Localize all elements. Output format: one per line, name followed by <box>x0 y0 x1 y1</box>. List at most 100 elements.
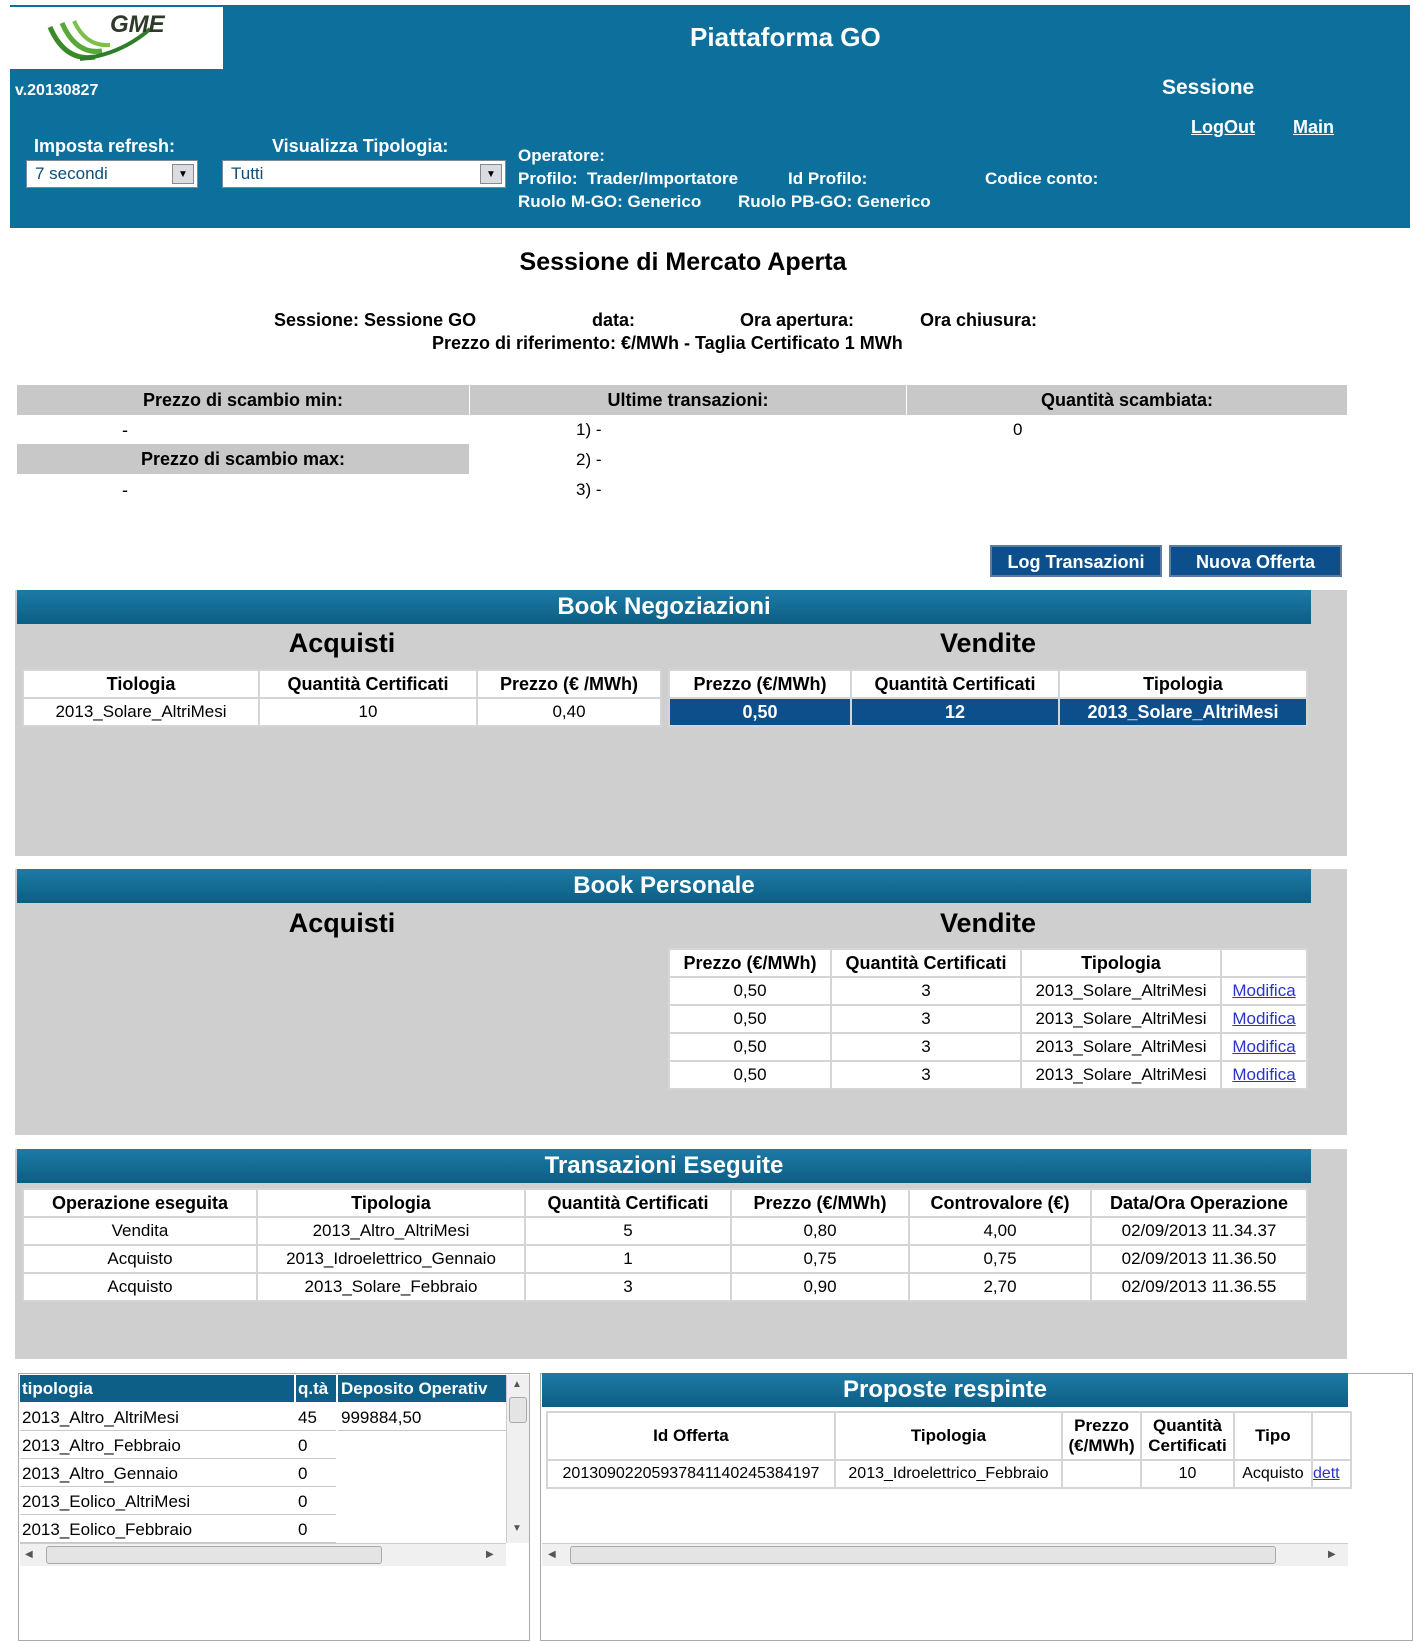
dettaglio-link[interactable]: dett <box>1313 1465 1340 1482</box>
cell-quantita: 12 <box>852 699 1058 725</box>
refresh-select-value: 7 secondi <box>35 164 108 183</box>
list-item[interactable]: 2013_Altro_AltriMesi 45 <box>20 1404 336 1431</box>
col-header: Tipologia <box>1022 950 1220 976</box>
scroll-up-icon[interactable]: ▲ <box>512 1379 522 1390</box>
cell: 2013_Idroelettrico_Gennaio <box>258 1246 524 1272</box>
table-row[interactable]: 2013_Solare_AltriMesi 10 0,40 <box>24 699 660 725</box>
log-transazioni-button[interactable]: Log Transazioni <box>990 545 1162 577</box>
cell-prezzo: 0,40 <box>478 699 660 725</box>
scrollbar-thumb[interactable] <box>46 1546 382 1564</box>
scrollbar-thumb[interactable] <box>509 1397 527 1423</box>
cell: 0,75 <box>732 1246 908 1272</box>
table-row-selected[interactable]: 0,50 12 2013_Solare_AltriMesi <box>670 699 1306 725</box>
cell: 2,70 <box>910 1274 1090 1300</box>
deposito-value: 999884,50 <box>338 1404 506 1431</box>
col-header: Id Offerta <box>548 1413 834 1459</box>
col-header-deposito: Deposito Operativ <box>338 1375 506 1402</box>
ruolo-mgo-label: Ruolo M-GO: Generico <box>518 192 702 211</box>
scroll-right-icon[interactable]: ▶ <box>1328 1549 1336 1560</box>
quantita-scambiata-value: 0 <box>1013 420 1023 439</box>
cell-prezzo: 0,50 <box>670 978 830 1004</box>
tipologia-cell: 2013_Altro_AltriMesi <box>22 1408 179 1427</box>
ora-chiusura-info: Ora chiusura: <box>920 310 1038 330</box>
cell-id-offerta: 201309022059378411402453841​97 <box>548 1461 834 1487</box>
data-info: data: <box>592 310 636 330</box>
col-header: Prezzo (€ /MWh) <box>478 671 660 697</box>
transazioni-title: Transazioni Eseguite <box>17 1149 1311 1183</box>
cell: Vendita <box>24 1218 256 1244</box>
col-header: Operazione eseguita <box>24 1190 256 1216</box>
cell: 0,75 <box>910 1246 1090 1272</box>
book-neg-vendite-heading: Vendite <box>939 628 1037 658</box>
app-title: Piattaforma GO <box>690 22 881 52</box>
proposte-respinte-table: Id Offerta Tipologia Prezzo (€/MWh) Quan… <box>546 1411 1352 1489</box>
book-neg-acquisti-table: Tiologia Quantità Certificati Prezzo (€ … <box>22 669 662 727</box>
col-header: Controvalore (€) <box>910 1190 1090 1216</box>
prezzo-max-label: Prezzo di scambio max: <box>17 444 469 474</box>
book-pers-vendite-heading: Vendite <box>939 908 1037 938</box>
col-header: Data/Ora Operazione <box>1092 1190 1306 1216</box>
book-neg-acquisti-heading: Acquisti <box>288 628 396 658</box>
operatore-label: Operatore: <box>518 146 605 165</box>
cell-tipologia: 2013_Solare_AltriMesi <box>1022 978 1220 1004</box>
list-item[interactable]: 2013_Eolico_Febbraio 0 <box>20 1516 336 1543</box>
nuova-offerta-button[interactable]: Nuova Offerta <box>1169 545 1342 577</box>
list-item[interactable]: 2013_Eolico_AltriMesi 0 <box>20 1488 336 1515</box>
cell: 1 <box>526 1246 730 1272</box>
ora-apertura-info: Ora apertura: <box>740 310 855 330</box>
prezzo-riferimento-info: Prezzo di riferimento: €/MWh - Taglia Ce… <box>432 333 903 353</box>
version-label: v.20130827 <box>15 82 99 99</box>
cell: 02/09/2013 11.36.55 <box>1092 1274 1306 1300</box>
session-title: Sessione di Mercato Aperta <box>519 248 847 276</box>
cell: Acquisto <box>24 1246 256 1272</box>
col-header: Prezzo (€/MWh) <box>670 671 850 697</box>
scroll-left-icon[interactable]: ◀ <box>25 1549 33 1560</box>
scroll-left-icon[interactable]: ◀ <box>548 1549 556 1560</box>
scroll-down-icon[interactable]: ▼ <box>512 1523 522 1534</box>
deposito-vertical-scrollbar[interactable]: ▲ ▼ <box>506 1375 529 1543</box>
col-header: Tipologia <box>1060 671 1306 697</box>
scroll-right-icon[interactable]: ▶ <box>486 1549 494 1560</box>
cell-tipologia: 2013_Idroelettrico_Febbraio <box>835 1461 1062 1487</box>
list-item[interactable]: 2013_Altro_Febbraio 0 <box>20 1432 336 1459</box>
ultima-transazione-1: 1) - <box>576 420 602 439</box>
cell: 02/09/2013 11.34.37 <box>1092 1218 1306 1244</box>
cell: Acquisto <box>24 1274 256 1300</box>
cell: 0,80 <box>732 1218 908 1244</box>
book-neg-vendite-table: Prezzo (€/MWh) Quantità Certificati Tipo… <box>668 669 1308 727</box>
refresh-select[interactable]: 7 secondi ▼ <box>26 160 198 188</box>
cell-quantita: 3 <box>832 1034 1020 1060</box>
codice-conto-label: Codice conto: <box>985 169 1099 188</box>
qta-cell: 0 <box>298 1492 308 1511</box>
deposito-horizontal-scrollbar[interactable]: ◀ ▶ <box>20 1543 506 1566</box>
scrollbar-thumb[interactable] <box>570 1546 1276 1564</box>
cell: 0,90 <box>732 1274 908 1300</box>
main-link[interactable]: Main <box>1293 117 1334 138</box>
cell-tipo: Acquisto <box>1234 1461 1311 1487</box>
profilo-label: Profilo: Trader/Importatore <box>518 169 739 188</box>
modifica-link[interactable]: Modifica <box>1232 1065 1295 1084</box>
tipologia-select-value: Tutti <box>231 164 264 183</box>
modifica-link[interactable]: Modifica <box>1232 1037 1295 1056</box>
book-negoziazioni-title: Book Negoziazioni <box>17 590 1311 624</box>
cell-tipologia: 2013_Solare_AltriMesi <box>1022 1034 1220 1060</box>
col-header: Prezzo (€/MWh) <box>732 1190 908 1216</box>
col-header: Quantità Certificati <box>526 1190 730 1216</box>
respinte-horizontal-scrollbar[interactable]: ◀ ▶ <box>542 1543 1348 1566</box>
table-row: 0,50 3 2013_Solare_AltriMesi Modifica <box>670 1034 1306 1060</box>
list-item[interactable]: 2013_Altro_Gennaio 0 <box>20 1460 336 1487</box>
col-header: Tipo <box>1234 1413 1311 1459</box>
cell: 4,00 <box>910 1218 1090 1244</box>
tipologia-select[interactable]: Tutti ▼ <box>222 160 506 188</box>
col-header-qta: q.tà <box>296 1375 336 1402</box>
cell: 02/09/2013 11.36.50 <box>1092 1246 1306 1272</box>
qta-cell: 45 <box>298 1408 317 1427</box>
modifica-link[interactable]: Modifica <box>1232 1009 1295 1028</box>
logout-link[interactable]: LogOut <box>1191 117 1255 138</box>
col-header-empty <box>1222 950 1306 976</box>
cell-tipologia: 2013_Solare_AltriMesi <box>24 699 258 725</box>
proposte-respinte-title: Proposte respinte <box>542 1373 1348 1407</box>
gme-logo: GME <box>10 7 223 69</box>
cell-prezzo: 0,50 <box>670 1006 830 1032</box>
modifica-link[interactable]: Modifica <box>1232 981 1295 1000</box>
